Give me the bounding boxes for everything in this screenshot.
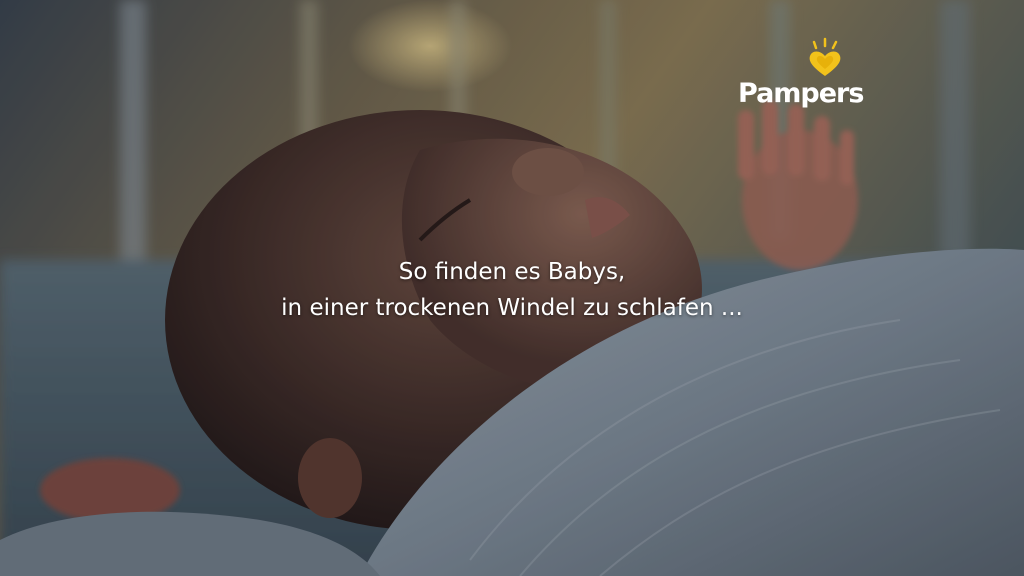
subtitle-line-2: in einer trockenen Windel zu schlafen ..… (281, 295, 743, 321)
subtitle-caption: So finden es Babys, in einer trockenen W… (0, 254, 1024, 326)
subtitle-line-1: So finden es Babys, (398, 259, 626, 285)
video-frame: Pampers So finden es Babys, in einer tro… (0, 0, 1024, 576)
svg-text:Pampers: Pampers (738, 78, 863, 109)
pampers-logo: Pampers (738, 37, 864, 109)
